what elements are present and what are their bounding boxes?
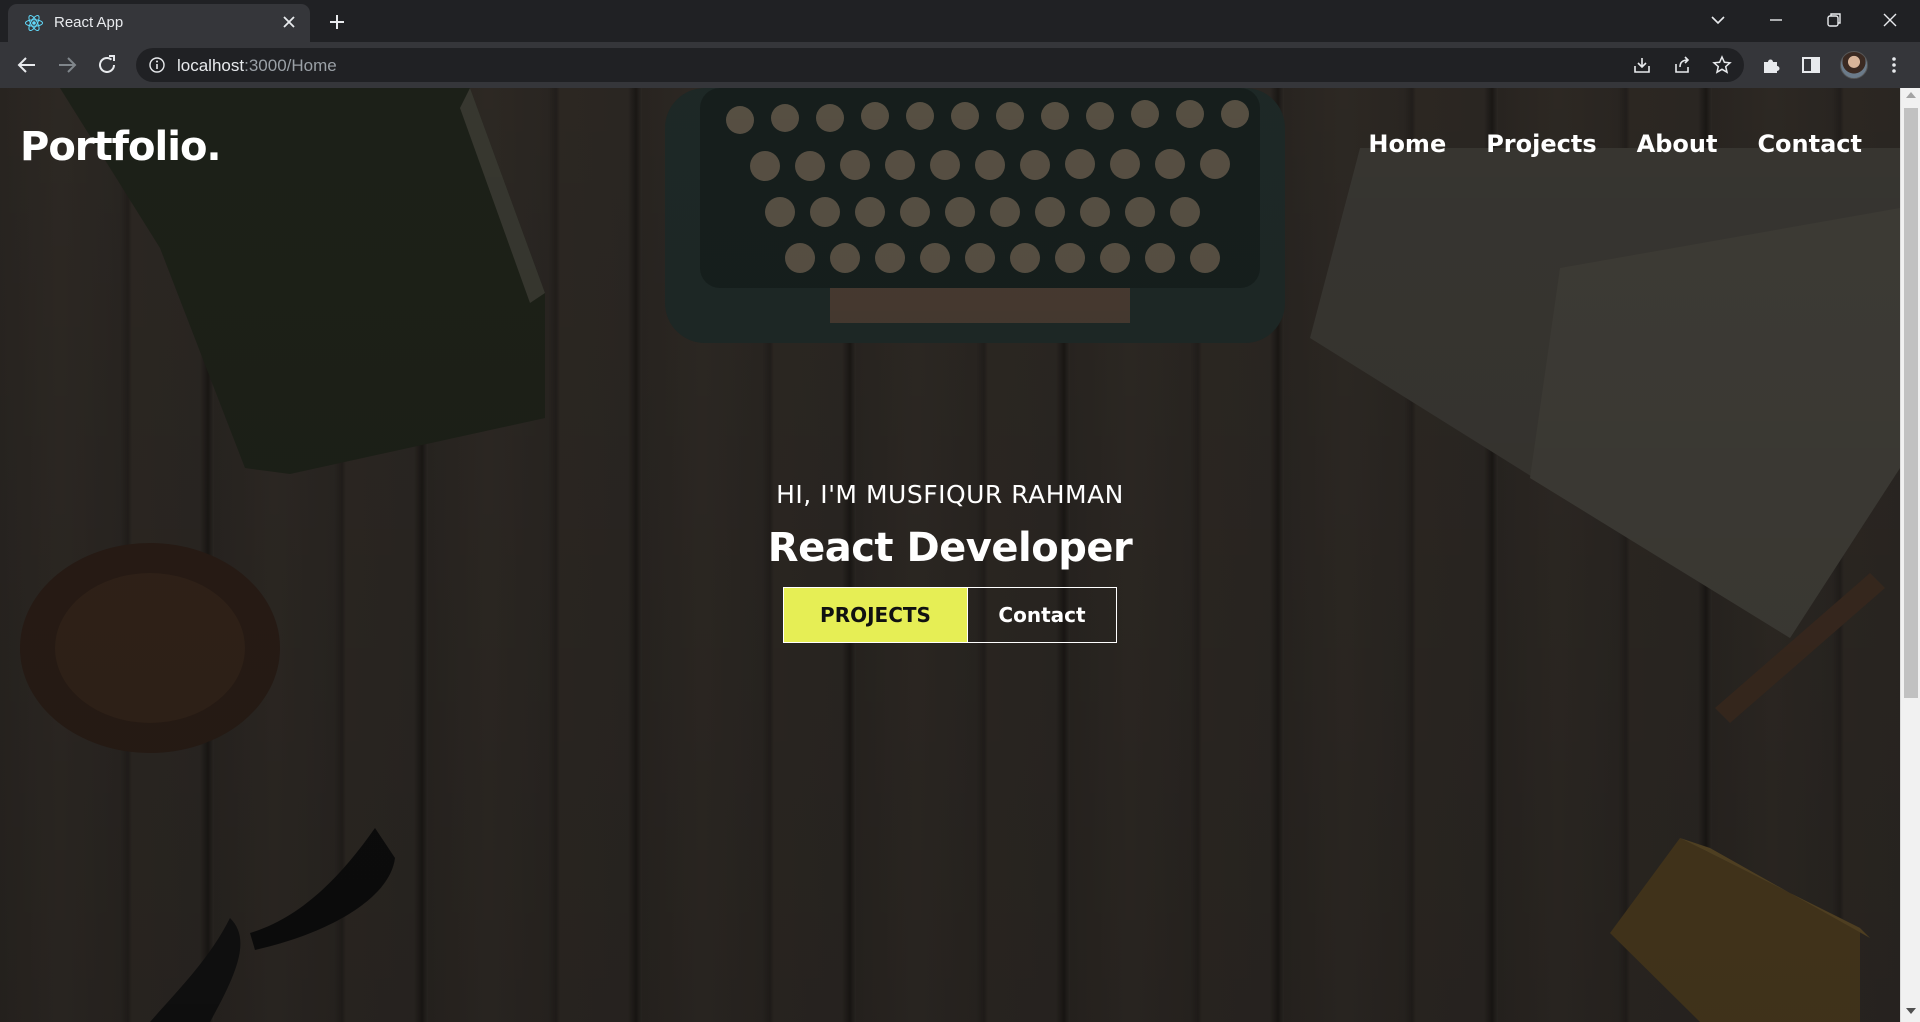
restore-icon[interactable] bbox=[1822, 8, 1846, 32]
hero-title: React Developer bbox=[767, 525, 1133, 571]
contact-button[interactable]: Contact bbox=[968, 587, 1117, 643]
install-icon[interactable] bbox=[1632, 55, 1652, 75]
forward-icon[interactable] bbox=[55, 53, 79, 77]
projects-button[interactable]: PROJECTS bbox=[783, 587, 968, 643]
info-icon[interactable] bbox=[148, 56, 166, 74]
reload-icon[interactable] bbox=[95, 53, 119, 77]
browser-tab[interactable]: React App bbox=[8, 4, 310, 42]
page-viewport: Portfolio. Home Projects About Contact H… bbox=[0, 88, 1900, 1022]
site-nav: Home Projects About Contact bbox=[1368, 130, 1862, 158]
hero-buttons: PROJECTS Contact bbox=[783, 587, 1117, 643]
back-icon[interactable] bbox=[15, 53, 39, 77]
address-bar[interactable]: localhost:3000/Home bbox=[136, 48, 1744, 82]
scrollbar-thumb[interactable] bbox=[1904, 108, 1918, 698]
page-scrollbar[interactable] bbox=[1900, 88, 1920, 1022]
react-icon bbox=[25, 14, 43, 32]
hero-greeting: HI, I'M MUSFIQUR RAHMAN bbox=[776, 480, 1124, 509]
nav-link-contact[interactable]: Contact bbox=[1757, 130, 1862, 158]
url-path: :3000/Home bbox=[244, 56, 337, 75]
star-icon[interactable] bbox=[1712, 55, 1732, 75]
extensions-icon[interactable] bbox=[1760, 54, 1782, 76]
scroll-down-arrow-icon[interactable] bbox=[1906, 1008, 1916, 1014]
avatar[interactable] bbox=[1840, 51, 1868, 79]
scroll-up-arrow-icon[interactable] bbox=[1906, 92, 1916, 98]
minimize-icon[interactable] bbox=[1764, 8, 1788, 32]
nav-link-home[interactable]: Home bbox=[1368, 130, 1446, 158]
nav-link-about[interactable]: About bbox=[1637, 130, 1718, 158]
chevron-down-icon[interactable] bbox=[1706, 8, 1730, 32]
hero-section: HI, I'M MUSFIQUR RAHMAN React Developer … bbox=[0, 480, 1900, 643]
site-header: Portfolio. Home Projects About Contact bbox=[0, 88, 1900, 178]
close-icon[interactable] bbox=[279, 12, 299, 32]
share-icon[interactable] bbox=[1672, 55, 1692, 75]
tab-strip: React App bbox=[0, 0, 1920, 42]
side-panel-icon[interactable] bbox=[1800, 54, 1822, 76]
url-host: localhost bbox=[177, 56, 245, 75]
nav-link-projects[interactable]: Projects bbox=[1486, 130, 1596, 158]
close-icon[interactable] bbox=[1878, 8, 1902, 32]
kebab-menu-icon[interactable] bbox=[1883, 54, 1905, 76]
tab-title: React App bbox=[54, 14, 124, 31]
browser-toolbar: localhost:3000/Home bbox=[0, 42, 1920, 88]
site-logo[interactable]: Portfolio. bbox=[20, 124, 222, 170]
plus-icon[interactable] bbox=[325, 10, 349, 34]
url-text[interactable]: localhost:3000/Home bbox=[177, 56, 337, 76]
